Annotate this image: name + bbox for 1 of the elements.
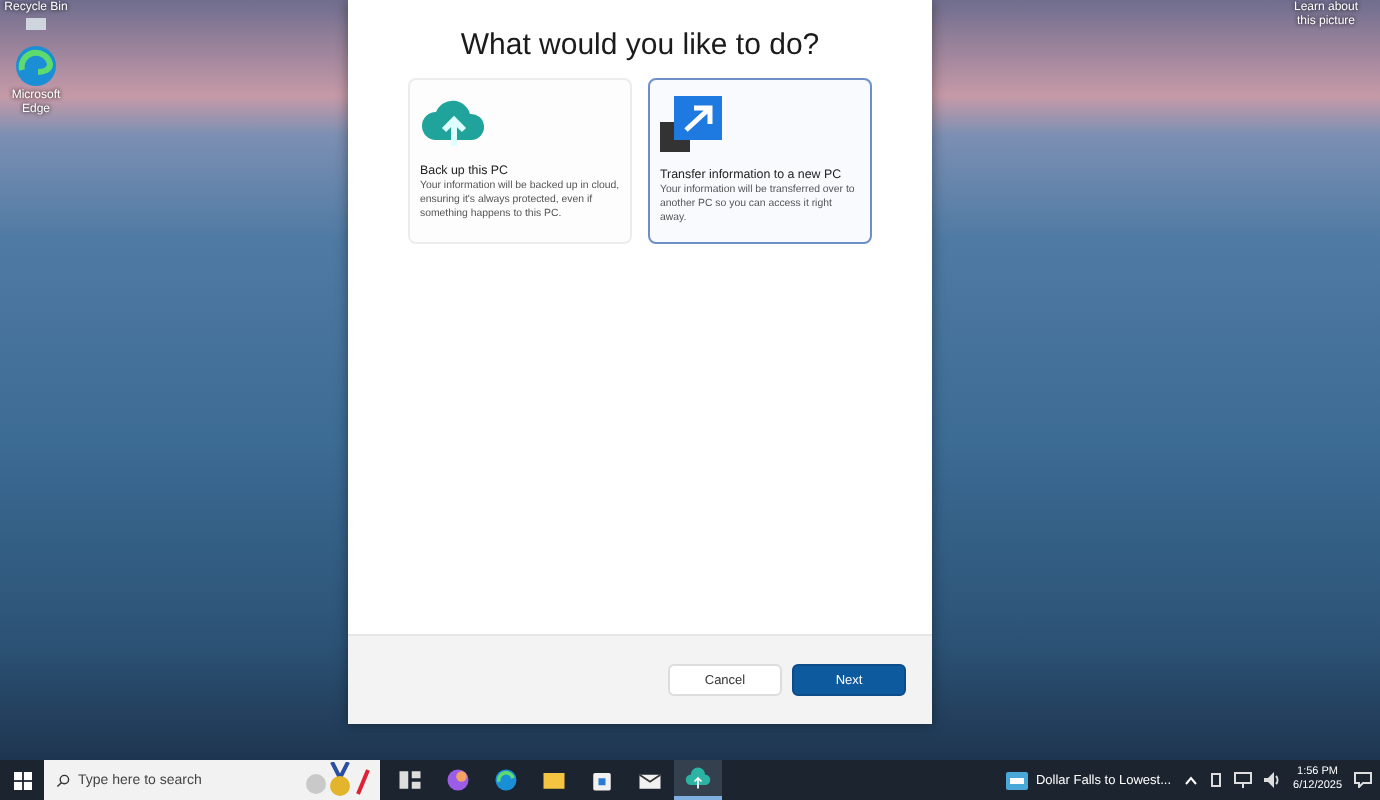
dialog-title: What would you like to do? [460,28,820,62]
